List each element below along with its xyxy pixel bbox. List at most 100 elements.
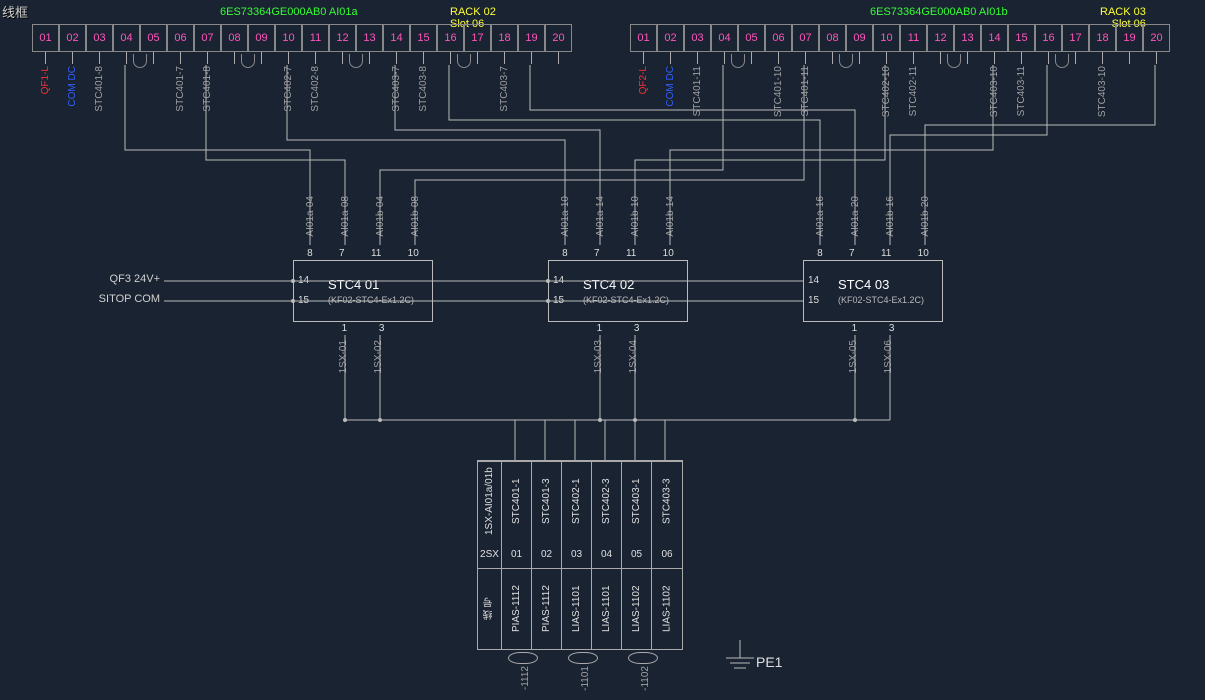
terminal-01: 01 bbox=[32, 24, 59, 52]
terminal-18: 18 bbox=[491, 24, 518, 52]
isx-tag: 1SX-01 bbox=[338, 340, 349, 373]
terminal-vlabel: STC401-11 bbox=[692, 66, 703, 116]
terminal-13: 13 bbox=[356, 24, 383, 52]
ground-symbol bbox=[726, 640, 754, 668]
terminal-vlabel: QF2-L bbox=[638, 66, 649, 94]
isx-tag: 1SX-04 bbox=[628, 340, 639, 373]
terminal-14: 14 bbox=[383, 24, 410, 52]
table-cell: STC403-1 bbox=[622, 461, 651, 541]
terminal-15: 15 bbox=[410, 24, 437, 52]
terminal-11: 11 bbox=[900, 24, 927, 52]
terminal-02: 02 bbox=[59, 24, 86, 52]
terminal-09: 09 bbox=[846, 24, 873, 52]
terminal-vlabel: STC401-11 bbox=[800, 66, 811, 116]
rack-b-part: 6ES73364GE000AB0 AI01b bbox=[870, 6, 1008, 18]
terminal-05: 05 bbox=[738, 24, 765, 52]
terminal-vlabel: STC401-8 bbox=[94, 66, 105, 112]
ai-tag: AI01b-20 bbox=[920, 196, 931, 237]
terminal-vlabel: STC403-10 bbox=[1097, 66, 1108, 117]
terminal-08: 08 bbox=[819, 24, 846, 52]
terminal-08: 08 bbox=[221, 24, 248, 52]
terminal-06: 06 bbox=[765, 24, 792, 52]
wires-stc-to-table bbox=[343, 335, 890, 460]
terminal-strip-b: 0102030405060708091011121314151617181920 bbox=[630, 24, 1170, 52]
schematic-canvas: 线框 6ES73364GE000AB0 AI01a RACK 02 Slot 0… bbox=[0, 0, 1205, 700]
ai-tag: AI01b-16 bbox=[885, 196, 896, 237]
terminal-15: 15 bbox=[1008, 24, 1035, 52]
terminal-vlabel: STC403-8 bbox=[418, 66, 429, 112]
ai-tag: AI01a-20 bbox=[850, 196, 861, 237]
pe-label: PE1 bbox=[756, 654, 782, 670]
stc-box-1: 871110 14 15 STC4 01 (KF02-STC4-Ex1.2C) … bbox=[293, 260, 433, 322]
terminal-04: 04 bbox=[711, 24, 738, 52]
terminal-03: 03 bbox=[684, 24, 711, 52]
table-cell: 01 bbox=[502, 541, 531, 569]
terminal-vlabel: STC403-11 bbox=[1016, 66, 1027, 116]
terminal-01: 01 bbox=[630, 24, 657, 52]
tail-label: -1101 bbox=[580, 666, 591, 691]
table-cell: STC401-3 bbox=[532, 461, 561, 541]
ai-tag: AI01a-10 bbox=[560, 196, 571, 237]
table-header-cell: 1SX-AI01a/01b bbox=[478, 461, 501, 541]
table-cell: STC402-1 bbox=[562, 461, 591, 541]
terminal-18: 18 bbox=[1089, 24, 1116, 52]
table-cell: STC403-3 bbox=[652, 461, 682, 541]
table-cell: 06 bbox=[652, 541, 682, 569]
terminal-10: 10 bbox=[873, 24, 900, 52]
terminal-16: 16 bbox=[437, 24, 464, 52]
terminal-14: 14 bbox=[981, 24, 1008, 52]
stc-box-2: 871110 14 15 STC4 02 (KF02-STC4-Ex1.2C) … bbox=[548, 260, 688, 322]
terminal-strip-a: 0102030405060708091011121314151617181920 bbox=[32, 24, 572, 52]
label-qf3-24v: QF3 24V+ bbox=[90, 273, 160, 285]
terminal-16: 16 bbox=[1035, 24, 1062, 52]
terminal-19: 19 bbox=[1116, 24, 1143, 52]
table-header-cell: 2SX bbox=[478, 541, 501, 569]
ai-tag: AI01b-14 bbox=[665, 196, 676, 237]
terminal-12: 12 bbox=[329, 24, 356, 52]
terminal-03: 03 bbox=[86, 24, 113, 52]
table-cell: STC401-1 bbox=[502, 461, 531, 541]
isx-tag: 1SX-03 bbox=[593, 340, 604, 373]
terminal-vlabel: STC401-7 bbox=[175, 66, 186, 112]
table-cell: LIAS-1102 bbox=[622, 569, 651, 649]
tail-label: -1112 bbox=[520, 666, 531, 690]
terminal-02: 02 bbox=[657, 24, 684, 52]
table-cell: 03 bbox=[562, 541, 591, 569]
terminal-07: 07 bbox=[792, 24, 819, 52]
title-corner: 线框 bbox=[2, 2, 28, 21]
ai-tag: AI01b-10 bbox=[630, 196, 641, 237]
terminal-vlabel: QF1-L bbox=[40, 66, 51, 94]
table-cell: LIAS-1101 bbox=[592, 569, 621, 649]
table-cell: LIAS-1102 bbox=[652, 569, 682, 649]
bottom-table: 1SX-AI01a/01b2SX线 号STC401-101PIAS-1112ST… bbox=[477, 460, 683, 650]
terminal-vlabel: COM DC bbox=[665, 66, 676, 107]
terminal-vlabel: STC402-7 bbox=[283, 66, 294, 112]
terminal-vlabel: STC403-7 bbox=[499, 66, 510, 112]
table-header-cell: 线 号 bbox=[478, 569, 501, 649]
terminal-10: 10 bbox=[275, 24, 302, 52]
ai-tag: AI01b-08 bbox=[410, 196, 421, 237]
terminal-05: 05 bbox=[140, 24, 167, 52]
label-sitop-com: SITOP COM bbox=[90, 293, 160, 305]
terminal-04: 04 bbox=[113, 24, 140, 52]
table-cell: STC402-3 bbox=[592, 461, 621, 541]
terminal-13: 13 bbox=[954, 24, 981, 52]
isx-tag: 1SX-05 bbox=[848, 340, 859, 373]
ai-tag: AI01b-04 bbox=[375, 196, 386, 237]
terminal-17: 17 bbox=[464, 24, 491, 52]
terminal-vlabel: STC402-10 bbox=[881, 66, 892, 117]
table-cell: 04 bbox=[592, 541, 621, 569]
table-cell: PIAS-1112 bbox=[502, 569, 531, 649]
terminal-vlabel: STC401-8 bbox=[202, 66, 213, 112]
terminal-09: 09 bbox=[248, 24, 275, 52]
terminal-20: 20 bbox=[1143, 24, 1170, 52]
terminal-07: 07 bbox=[194, 24, 221, 52]
terminal-17: 17 bbox=[1062, 24, 1089, 52]
table-cell: PIAS-1112 bbox=[532, 569, 561, 649]
terminal-vlabel: STC402-8 bbox=[310, 66, 321, 112]
ai-tag: AI01a-14 bbox=[595, 196, 606, 237]
ai-tag: AI01a-04 bbox=[305, 196, 316, 237]
isx-tag: 1SX-06 bbox=[883, 340, 894, 373]
rack-a-part: 6ES73364GE000AB0 AI01a bbox=[220, 6, 358, 18]
table-cell: LIAS-1101 bbox=[562, 569, 591, 649]
